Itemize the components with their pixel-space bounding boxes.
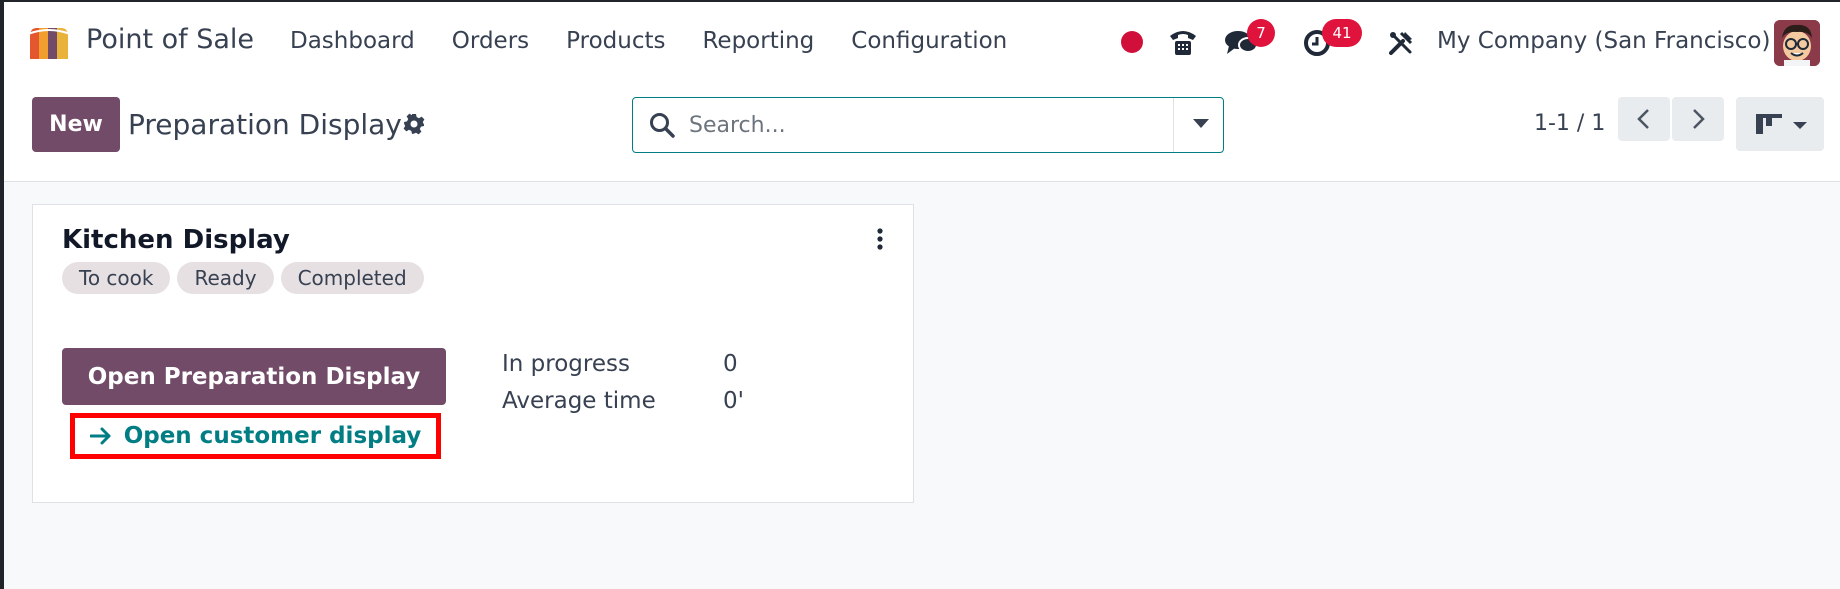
view-switcher-button[interactable]	[1736, 97, 1824, 151]
app-logo-icon[interactable]	[26, 26, 72, 60]
company-switcher[interactable]: My Company (San Francisco)	[1437, 28, 1770, 54]
chevron-down-icon	[1793, 122, 1807, 129]
open-customer-display-link[interactable]: Open customer display	[70, 413, 441, 459]
control-panel: New Preparation Display 1-1 / 1	[0, 84, 1840, 182]
menu-products[interactable]: Products	[566, 28, 665, 54]
stat-label: In progress	[502, 351, 630, 377]
page-title: Preparation Display	[128, 108, 402, 141]
stat-value: 0'	[723, 388, 744, 414]
card-stats: In progress 0 Average time 0'	[502, 351, 744, 425]
pager-previous-button[interactable]	[1618, 97, 1670, 141]
avatar[interactable]	[1774, 20, 1820, 66]
customer-display-label: Open customer display	[123, 423, 422, 449]
search-options-toggle[interactable]	[1193, 119, 1209, 128]
app-name[interactable]: Point of Sale	[86, 24, 254, 55]
menu-configuration[interactable]: Configuration	[851, 28, 1007, 54]
stat-label: Average time	[502, 388, 656, 414]
stat-row-average-time: Average time 0'	[502, 388, 744, 425]
arrow-right-icon	[89, 427, 111, 445]
menu-reporting[interactable]: Reporting	[702, 28, 814, 54]
chevron-right-icon	[1693, 109, 1705, 129]
open-preparation-display-button[interactable]: Open Preparation Display	[62, 348, 446, 405]
tag-ready: Ready	[177, 262, 274, 294]
search-icon	[650, 113, 675, 138]
search-bar	[632, 97, 1224, 153]
window-frame-top	[0, 0, 1840, 2]
kebab-menu-icon[interactable]	[876, 227, 884, 251]
window-frame-left	[0, 0, 4, 589]
card-title: Kitchen Display	[62, 225, 290, 255]
stat-row-in-progress: In progress 0	[502, 351, 744, 388]
stage-tags: To cook Ready Completed	[62, 262, 424, 294]
new-button[interactable]: New	[32, 97, 120, 152]
activities-badge: 41	[1322, 19, 1362, 47]
menu-orders[interactable]: Orders	[452, 28, 529, 54]
tag-to-cook: To cook	[62, 262, 171, 294]
pager-value[interactable]: 1-1 / 1	[1534, 111, 1605, 136]
tools-icon[interactable]	[1387, 29, 1415, 57]
stat-value: 0	[723, 351, 738, 377]
record-dot-icon[interactable]	[1121, 31, 1143, 53]
kitchen-display-card[interactable]: Kitchen Display To cook Ready Completed …	[32, 204, 914, 503]
phone-icon[interactable]	[1167, 26, 1199, 58]
search-input[interactable]	[689, 108, 1189, 142]
search-divider	[1173, 98, 1174, 152]
tag-completed: Completed	[280, 262, 424, 294]
messages-badge: 7	[1247, 19, 1275, 47]
pager-next-button[interactable]	[1672, 97, 1724, 141]
chevron-left-icon	[1637, 109, 1649, 129]
top-navbar: Point of Sale Dashboard Orders Products …	[0, 0, 1840, 84]
menu-dashboard[interactable]: Dashboard	[290, 28, 415, 54]
gear-icon[interactable]	[403, 113, 425, 135]
main-menu: Dashboard Orders Products Reporting Conf…	[290, 28, 1007, 54]
kanban-view-icon	[1756, 114, 1782, 134]
